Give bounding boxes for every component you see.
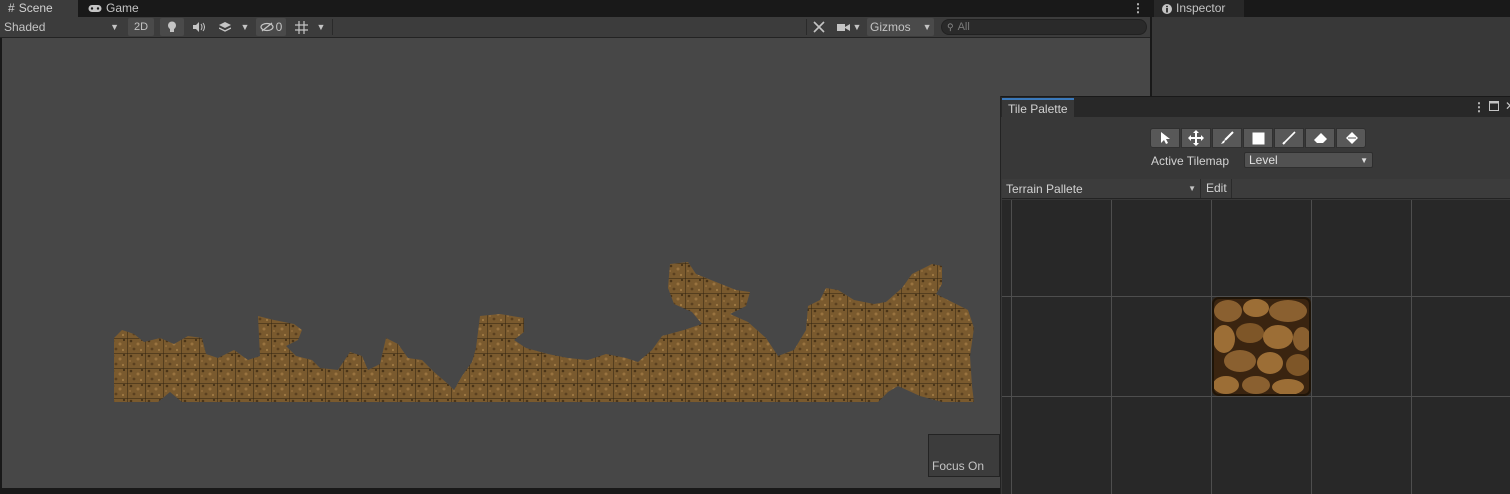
edit-button[interactable]: Edit bbox=[1202, 179, 1232, 198]
speaker-icon bbox=[193, 22, 205, 32]
wrench-icon bbox=[813, 21, 825, 33]
paint-brush-button[interactable] bbox=[1212, 128, 1242, 148]
inspector-tabbar: Inspector bbox=[1152, 0, 1510, 17]
grid-snap-icon bbox=[294, 20, 308, 34]
tile-palette-window: Tile Palette ⋮ ✕ Active Tilemap Level ▼ … bbox=[1000, 96, 1510, 494]
box-fill-button[interactable] bbox=[1243, 128, 1273, 148]
scene-tabbar: # Scene Game ⋮ bbox=[0, 0, 1150, 17]
kebab-menu-icon[interactable]: ⋮ bbox=[1132, 1, 1144, 16]
lightbulb-icon bbox=[167, 21, 177, 33]
palette-grid[interactable] bbox=[1002, 200, 1510, 494]
eraser-icon bbox=[1313, 132, 1328, 144]
tab-game-label: Game bbox=[106, 1, 139, 15]
kebab-menu-icon[interactable]: ⋮ bbox=[1473, 99, 1485, 115]
gizmos-label: Gizmos bbox=[870, 20, 911, 34]
search-icon: ⚲ bbox=[947, 21, 954, 32]
search-input[interactable]: ⚲ All bbox=[941, 19, 1147, 35]
info-icon bbox=[1162, 3, 1172, 14]
move-tool-button[interactable] bbox=[1181, 128, 1211, 148]
lighting-toggle-button[interactable] bbox=[160, 18, 184, 36]
select-tool-button[interactable] bbox=[1150, 128, 1180, 148]
search-placeholder: All bbox=[957, 21, 970, 33]
tab-scene[interactable]: # Scene bbox=[0, 0, 78, 17]
fill-bucket-icon bbox=[1344, 131, 1359, 145]
eye-hidden-icon bbox=[260, 22, 274, 32]
chevron-down-icon: ▼ bbox=[240, 22, 250, 32]
select-tool-icon bbox=[1159, 131, 1171, 145]
eraser-button[interactable] bbox=[1305, 128, 1335, 148]
grid-line bbox=[1002, 396, 1510, 397]
grid-snap-button[interactable] bbox=[290, 18, 312, 36]
chevron-down-icon: ▼ bbox=[852, 22, 862, 32]
focus-on-overlay[interactable]: Focus On bbox=[928, 434, 1000, 477]
maximize-icon[interactable] bbox=[1489, 101, 1499, 111]
grid-dropdown[interactable]: ▼ bbox=[314, 18, 328, 36]
layers-icon bbox=[219, 21, 231, 33]
chevron-down-icon: ▼ bbox=[922, 22, 932, 32]
tab-inspector-label: Inspector bbox=[1176, 1, 1226, 15]
tile-palette-tabbar: Tile Palette ⋮ ✕ bbox=[1001, 96, 1510, 118]
gamepad-icon bbox=[88, 4, 102, 13]
stone-tile[interactable] bbox=[1212, 297, 1311, 396]
scene-viewport[interactable] bbox=[2, 38, 1150, 488]
focus-on-label: Focus On bbox=[932, 459, 985, 473]
picker-icon bbox=[1282, 131, 1296, 145]
shading-mode-dropdown[interactable]: Shaded ▼ bbox=[4, 18, 122, 36]
close-icon[interactable]: ✕ bbox=[1505, 99, 1510, 113]
toolbar-divider bbox=[332, 19, 333, 35]
grid-line bbox=[1311, 200, 1312, 494]
grid-icon: # bbox=[8, 1, 15, 15]
paint-brush-icon bbox=[1220, 131, 1234, 145]
scene-visibility-button[interactable]: 0 bbox=[256, 18, 286, 36]
grid-line bbox=[1111, 200, 1112, 494]
tab-scene-label: Scene bbox=[18, 1, 53, 15]
camera-icon bbox=[836, 23, 850, 32]
chevron-down-icon: ▼ bbox=[1360, 155, 1368, 165]
palette-dropdown[interactable]: Terrain Pallete ▼ bbox=[1002, 179, 1201, 198]
grid-line bbox=[1011, 200, 1012, 494]
audio-toggle-button[interactable] bbox=[188, 18, 210, 36]
fill-bucket-button[interactable] bbox=[1336, 128, 1366, 148]
box-fill-icon bbox=[1252, 132, 1265, 145]
scene-toolbar: Shaded ▼ 2D ▼ 0 ▼ ▼ Gizmos ▼ ⚲ All bbox=[0, 17, 1150, 38]
camera-settings-button[interactable]: ▼ bbox=[834, 18, 864, 36]
tab-inspector[interactable]: Inspector bbox=[1154, 0, 1244, 17]
chevron-down-icon: ▼ bbox=[316, 22, 326, 32]
active-tilemap-label: Active Tilemap bbox=[1151, 154, 1230, 168]
2d-toggle-button[interactable]: 2D bbox=[128, 18, 154, 36]
inspector-panel bbox=[1152, 17, 1510, 97]
shading-mode-label: Shaded bbox=[4, 20, 46, 34]
picker-button[interactable] bbox=[1274, 128, 1304, 148]
chevron-down-icon: ▼ bbox=[110, 22, 119, 32]
gizmos-dropdown[interactable]: Gizmos ▼ bbox=[867, 18, 934, 36]
palette-bar: Terrain Pallete ▼ Edit bbox=[1002, 179, 1510, 199]
tab-tile-palette[interactable]: Tile Palette bbox=[1002, 98, 1074, 118]
stone-tile-icon bbox=[1212, 297, 1311, 396]
palette-value: Terrain Pallete bbox=[1006, 181, 1083, 196]
tab-game[interactable]: Game bbox=[80, 0, 150, 17]
tools-button[interactable] bbox=[808, 18, 830, 36]
active-tilemap-dropdown[interactable]: Level ▼ bbox=[1244, 152, 1373, 168]
terrain-shape bbox=[114, 262, 974, 402]
toolbar-divider bbox=[806, 19, 807, 35]
move-tool-icon bbox=[1188, 130, 1204, 146]
effects-toggle-button[interactable] bbox=[214, 18, 236, 36]
tilemap-terrain bbox=[114, 262, 974, 402]
2d-label: 2D bbox=[133, 21, 149, 33]
grid-line bbox=[1411, 200, 1412, 494]
active-tilemap-value: Level bbox=[1249, 153, 1278, 167]
chevron-down-icon: ▼ bbox=[1188, 184, 1196, 193]
effects-dropdown[interactable]: ▼ bbox=[238, 18, 252, 36]
hidden-count: 0 bbox=[275, 20, 283, 34]
